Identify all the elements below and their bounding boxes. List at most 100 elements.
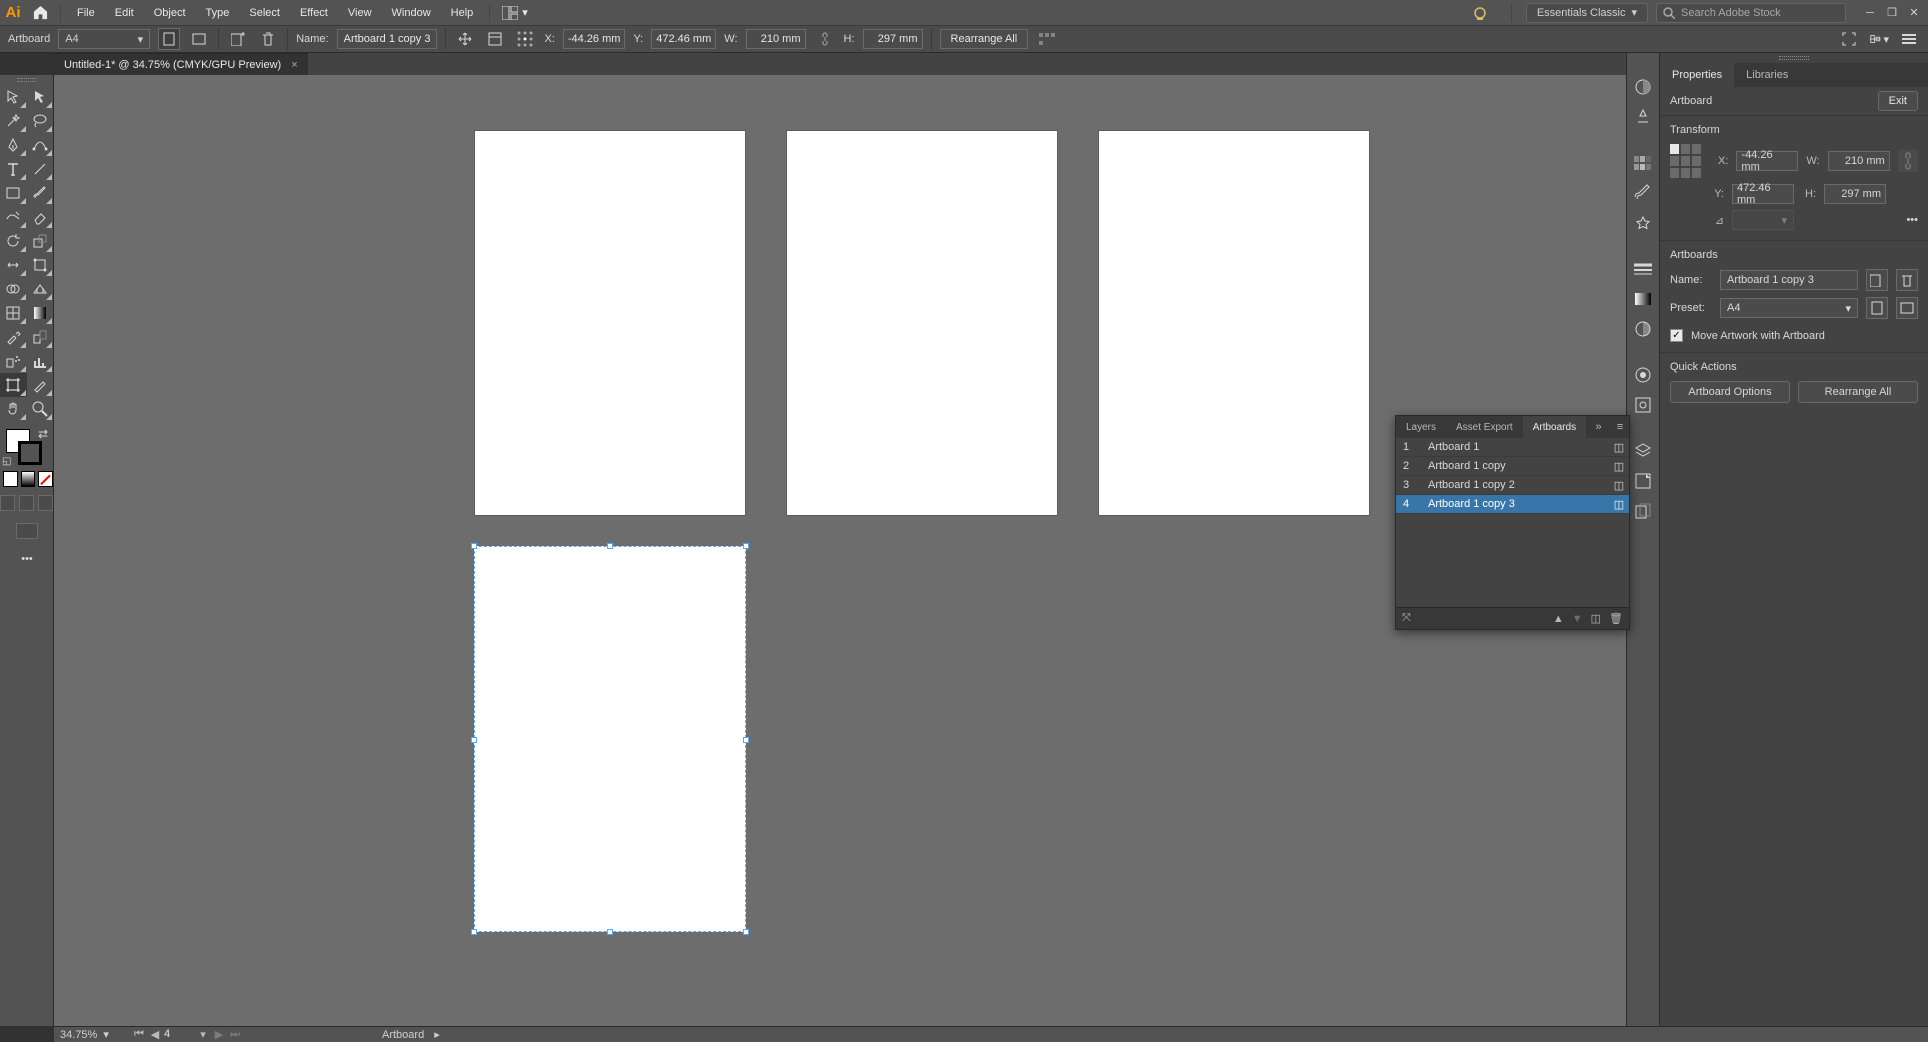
gradient-tool-icon[interactable] <box>27 301 54 325</box>
mesh-tool-icon[interactable] <box>0 301 27 325</box>
tab-artboards[interactable]: Artboards <box>1523 416 1586 438</box>
transform-w-input[interactable]: 210 mm <box>1828 151 1890 171</box>
delete-artboard-icon[interactable] <box>1896 269 1918 291</box>
rearrange-all-button[interactable]: Rearrange All <box>1798 381 1918 403</box>
panel-menu-icon[interactable]: ≡ <box>1611 421 1629 433</box>
transform-x-input[interactable]: -44.26 mm <box>1736 151 1798 171</box>
color-guide-panel-icon[interactable] <box>1631 105 1655 129</box>
default-fill-stroke-icon[interactable]: ◱ <box>2 456 11 467</box>
preset-dropdown[interactable]: A4▾ <box>1720 298 1858 318</box>
hand-tool-icon[interactable] <box>0 397 27 421</box>
new-artboard-icon[interactable]: ◫ <box>1591 612 1601 625</box>
rectangle-tool-icon[interactable] <box>0 181 27 205</box>
pen-tool-icon[interactable] <box>0 133 27 157</box>
screen-mode-icon[interactable] <box>16 523 38 539</box>
artboard-tool-icon[interactable] <box>0 373 27 397</box>
magic-wand-tool-icon[interactable] <box>0 109 27 133</box>
exit-button[interactable]: Exit <box>1878 91 1918 111</box>
preset-dropdown[interactable]: A4▾ <box>58 29 150 49</box>
brushes-panel-icon[interactable] <box>1631 181 1655 205</box>
transparency-panel-icon[interactable] <box>1631 317 1655 341</box>
draw-normal-icon[interactable] <box>0 495 15 511</box>
more-options-icon[interactable]: ••• <box>1906 214 1918 226</box>
stroke-swatch[interactable] <box>18 441 42 465</box>
move-artwork-checkbox[interactable]: ✓ <box>1670 329 1683 342</box>
delete-icon[interactable]: 🗑 <box>1609 612 1623 625</box>
link-wh-icon[interactable] <box>814 28 836 50</box>
eraser-tool-icon[interactable] <box>27 205 54 229</box>
next-icon[interactable]: ▶ <box>212 1028 226 1041</box>
shaper-tool-icon[interactable] <box>0 205 27 229</box>
close-button[interactable]: ✕ <box>1904 3 1924 23</box>
blend-tool-icon[interactable] <box>27 325 54 349</box>
tab-libraries[interactable]: Libraries <box>1734 63 1800 87</box>
page-number[interactable]: 4 <box>164 1028 194 1041</box>
artboards-panel-icon[interactable] <box>1631 499 1655 523</box>
scale-tool-icon[interactable] <box>27 229 54 253</box>
home-button[interactable] <box>26 0 54 25</box>
menu-effect[interactable]: Effect <box>290 0 338 25</box>
tab-properties[interactable]: Properties <box>1660 63 1734 87</box>
canvas[interactable] <box>54 75 1626 1026</box>
rotate-input[interactable]: ▾ <box>1732 210 1794 230</box>
gradient-mode-icon[interactable] <box>21 471 36 487</box>
artboard-row[interactable]: 3Artboard 1 copy 2◫ <box>1396 476 1629 495</box>
menu-window[interactable]: Window <box>382 0 441 25</box>
y-input[interactable]: 472.46 mm <box>651 29 716 49</box>
graphic-styles-panel-icon[interactable] <box>1631 393 1655 417</box>
stock-search[interactable]: Search Adobe Stock <box>1656 3 1846 23</box>
artboard-1[interactable] <box>474 130 746 516</box>
learn-icon[interactable] <box>1463 0 1497 25</box>
delete-artboard-icon[interactable] <box>257 28 279 50</box>
fill-stroke-control[interactable]: ⇄ ◱ <box>0 427 54 467</box>
swap-fill-stroke-icon[interactable]: ⇄ <box>38 427 48 441</box>
edit-toolbar-icon[interactable]: ••• <box>0 553 54 565</box>
move-with-artwork-icon[interactable] <box>454 28 476 50</box>
artboard-name-input[interactable]: Artboard 1 copy 3 <box>337 29 438 49</box>
color-panel-icon[interactable] <box>1631 75 1655 99</box>
rearrange-options-icon[interactable] <box>1036 28 1058 50</box>
artboard-3[interactable] <box>1098 130 1370 516</box>
artboard-name-input[interactable]: Artboard 1 copy 3 <box>1720 270 1858 290</box>
move-up-icon[interactable]: ▲ <box>1553 613 1564 625</box>
menu-view[interactable]: View <box>338 0 382 25</box>
panel-grab-icon[interactable] <box>1660 53 1928 63</box>
new-artboard-icon[interactable] <box>1866 269 1888 291</box>
artboard-row-selected[interactable]: 4Artboard 1 copy 3◫ <box>1396 495 1629 514</box>
workspace-switcher[interactable]: Essentials Classic▾ <box>1526 3 1648 23</box>
artboard-options-icon[interactable]: ◫ <box>1609 441 1629 454</box>
menu-type[interactable]: Type <box>196 0 240 25</box>
zoom-tool-icon[interactable] <box>27 397 54 421</box>
close-tab-icon[interactable]: × <box>291 59 297 71</box>
lasso-tool-icon[interactable] <box>27 109 54 133</box>
perspective-grid-tool-icon[interactable] <box>27 277 54 301</box>
slice-tool-icon[interactable] <box>27 373 54 397</box>
artboard-4-selected[interactable] <box>474 546 746 932</box>
gradient-panel-icon[interactable] <box>1631 287 1655 311</box>
artboard-options-icon[interactable]: ◫ <box>1609 479 1629 492</box>
symbol-sprayer-tool-icon[interactable] <box>0 349 27 373</box>
free-transform-tool-icon[interactable] <box>27 253 54 277</box>
artboards-floating-panel[interactable]: Layers Asset Export Artboards » ≡ 1Artbo… <box>1395 415 1630 630</box>
swatches-panel-icon[interactable] <box>1631 151 1655 175</box>
width-tool-icon[interactable] <box>0 253 27 277</box>
menu-select[interactable]: Select <box>239 0 290 25</box>
symbols-panel-icon[interactable] <box>1631 211 1655 235</box>
appearance-panel-icon[interactable] <box>1631 363 1655 387</box>
direct-selection-tool-icon[interactable] <box>27 85 54 109</box>
move-down-icon[interactable]: ▼ <box>1572 613 1583 625</box>
paintbrush-tool-icon[interactable] <box>27 181 54 205</box>
rotate-tool-icon[interactable] <box>0 229 27 253</box>
transform-y-input[interactable]: 472.46 mm <box>1732 184 1794 204</box>
fit-screen-icon[interactable] <box>1838 28 1860 50</box>
rearrange-all-button[interactable]: Rearrange All <box>940 29 1029 49</box>
eyedropper-tool-icon[interactable] <box>0 325 27 349</box>
reference-point-icon[interactable] <box>514 28 536 50</box>
minimize-button[interactable]: ─ <box>1860 3 1880 23</box>
maximize-button[interactable]: ❐ <box>1882 3 1902 23</box>
menu-object[interactable]: Object <box>144 0 196 25</box>
selection-tool-icon[interactable] <box>0 85 27 109</box>
artboard-2[interactable] <box>786 130 1058 516</box>
align-icon[interactable]: ▾ <box>1868 28 1890 50</box>
zoom-level[interactable]: 34.75%▾ <box>60 1028 122 1042</box>
